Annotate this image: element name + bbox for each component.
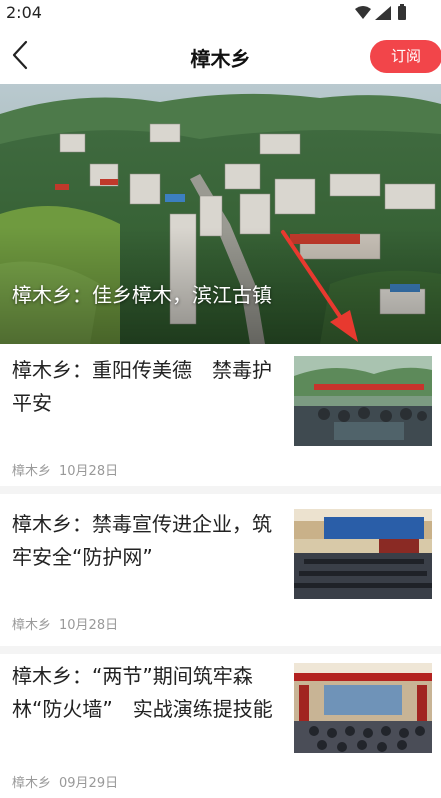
news-meta: 樟木乡 09月29日 xyxy=(12,772,118,791)
news-date: 09月29日 xyxy=(59,776,119,791)
hall-photo-thumbnail xyxy=(294,509,432,599)
news-date: 10月28日 xyxy=(59,618,119,633)
subscribe-button[interactable]: 订阅 xyxy=(370,40,441,73)
news-item[interactable]: 樟木乡：“两节”期间筑牢森林“防火墙” 实战演练提技能 樟木乡 09月29日 xyxy=(0,654,441,798)
news-source: 樟木乡 xyxy=(12,464,52,479)
status-bar: 2:04 xyxy=(0,0,441,26)
news-title: 樟木乡：禁毒宣传进企业，筑牢安全“防护网” xyxy=(12,512,272,569)
news-source: 樟木乡 xyxy=(12,618,52,633)
news-meta: 樟木乡 10月28日 xyxy=(12,614,118,633)
signal-icon xyxy=(375,6,391,20)
news-title: 樟木乡：重阳传美德 禁毒护平安 xyxy=(12,358,272,415)
news-item[interactable]: 樟木乡：禁毒宣传进企业，筑牢安全“防护网” 樟木乡 10月28日 xyxy=(0,494,441,646)
news-source: 樟木乡 xyxy=(12,776,52,791)
banner-carousel[interactable]: 樟木乡：佳乡樟木，滨江古镇 xyxy=(0,84,441,344)
news-item[interactable]: 樟木乡：重阳传美德 禁毒护平安 樟木乡 10月28日 xyxy=(0,344,441,486)
divider xyxy=(0,646,441,654)
status-icons xyxy=(355,4,406,20)
news-date: 10月28日 xyxy=(59,464,119,479)
battery-icon xyxy=(398,4,406,20)
banner-caption: 樟木乡：佳乡樟木，滨江古镇 xyxy=(12,283,272,307)
status-time: 2:04 xyxy=(6,3,42,22)
meeting-photo-thumbnail xyxy=(294,356,432,446)
auditorium-photo-thumbnail xyxy=(294,663,432,753)
wifi-icon xyxy=(355,6,371,19)
news-meta: 樟木乡 10月28日 xyxy=(12,460,118,479)
divider xyxy=(0,486,441,494)
news-title: 樟木乡：“两节”期间筑牢森林“防火墙” 实战演练提技能 xyxy=(12,664,273,721)
header: 樟木乡 订阅 xyxy=(0,26,441,84)
